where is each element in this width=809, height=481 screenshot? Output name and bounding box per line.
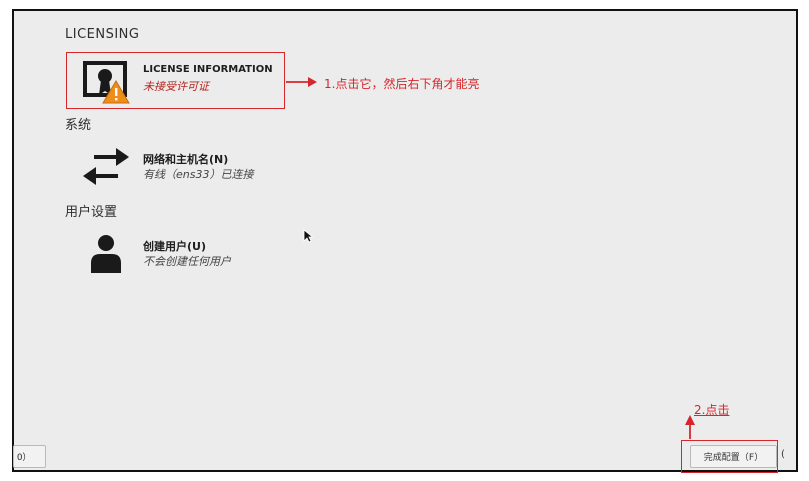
mouse-cursor-icon: [303, 229, 313, 243]
section-title-system: 系统: [65, 118, 92, 133]
network-arrows-icon: [80, 143, 132, 193]
user-icon: [80, 231, 132, 281]
network-hostname-status: 有线（ens33）已连接: [143, 168, 254, 181]
annotation-highlight-license: [66, 52, 285, 109]
network-hostname-spoke[interactable]: 网络和主机名(N) 有线（ens33）已连接: [80, 143, 300, 193]
section-title-licensing: LICENSING: [65, 27, 140, 42]
annotation-step2-text: 2.点击: [694, 403, 730, 417]
annotation-highlight-finish: [681, 440, 778, 473]
network-hostname-title: 网络和主机名(N): [143, 153, 229, 166]
section-title-user-settings: 用户设置: [65, 205, 118, 220]
create-user-spoke[interactable]: 创建用户(U) 不会创建任何用户: [80, 231, 280, 281]
annotation-arrow-right-icon: [286, 77, 317, 87]
annotation-step1-text: 1.点击它，然后右下角才能亮: [324, 77, 480, 91]
create-user-status: 不会创建任何用户: [143, 255, 231, 268]
back-button[interactable]: O）: [13, 445, 46, 468]
annotation-arrow-up-icon: [685, 415, 695, 439]
create-user-title: 创建用户(U): [143, 240, 206, 253]
next-button-partial[interactable]: (: [781, 449, 785, 460]
